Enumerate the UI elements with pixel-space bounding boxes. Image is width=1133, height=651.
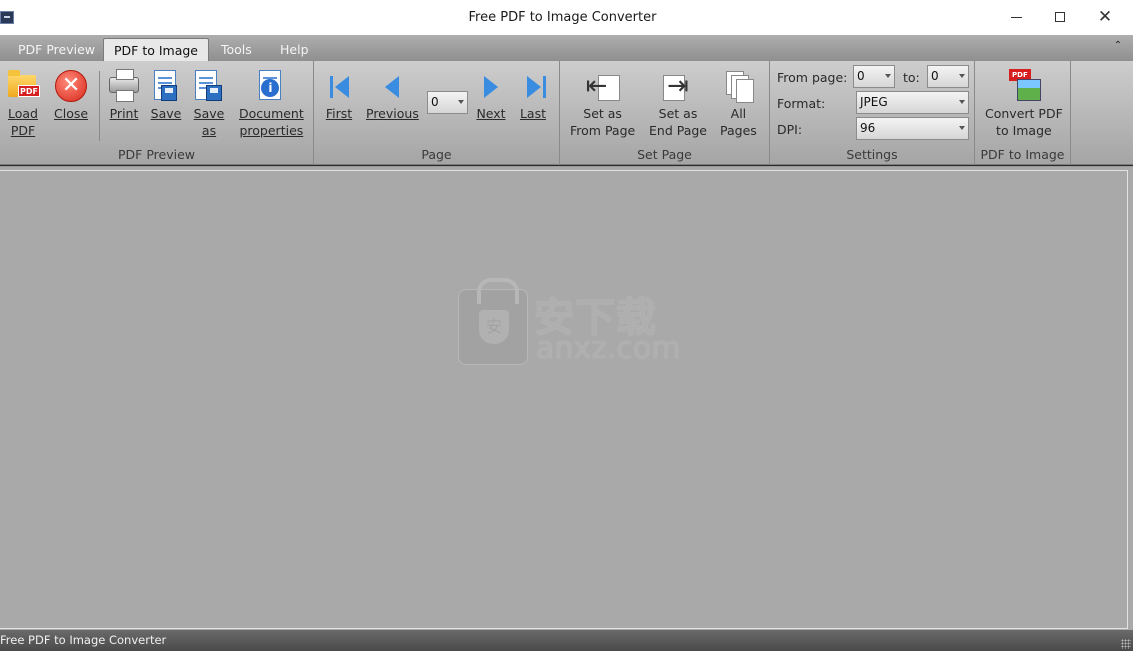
load-pdf-label: Load PDF <box>8 106 38 138</box>
group-set-page: Set as From Page Set as End Page All Pag… <box>560 61 770 165</box>
format-value: JPEG <box>860 95 888 109</box>
close-icon: ✕ <box>1097 7 1113 27</box>
convert-pdf-button[interactable]: PDF Convert PDF to Image <box>985 67 1063 139</box>
group-label-pdf-preview: PDF Preview <box>118 147 195 162</box>
chevron-down-icon <box>959 100 965 104</box>
document-properties-label: Document properties <box>239 106 304 138</box>
preview-canvas[interactable]: 安 安下载 anxz.com <box>0 170 1128 629</box>
separator <box>99 71 100 141</box>
close-label: Close <box>54 106 89 121</box>
print-label: Print <box>109 106 139 121</box>
format-select[interactable]: JPEG <box>856 91 969 114</box>
last-page-button[interactable]: Last <box>516 67 550 122</box>
group-label-settings: Settings <box>846 147 898 162</box>
dpi-label: DPI: <box>777 122 803 137</box>
first-page-icon <box>322 67 356 105</box>
set-from-page-button[interactable]: Set as From Page <box>570 67 635 139</box>
format-label: Format: <box>777 96 826 111</box>
close-window-button[interactable]: ✕ <box>1090 6 1120 28</box>
current-page-select[interactable]: 0 <box>427 91 468 114</box>
all-pages-button[interactable]: All Pages <box>720 67 757 139</box>
group-pdf-to-image: PDF Convert PDF to Image PDF to Image <box>975 61 1071 165</box>
document-properties-button[interactable]: i Document properties <box>239 67 304 139</box>
window-title: Free PDF to Image Converter <box>468 10 657 25</box>
from-page-select[interactable]: 0 <box>853 65 895 88</box>
set-end-page-icon <box>661 67 695 105</box>
folder-pdf-icon: PDF <box>6 67 40 105</box>
chevron-down-icon <box>458 100 464 104</box>
tab-pdf-to-image[interactable]: PDF to Image <box>103 38 209 61</box>
group-pdf-preview: PDF Load PDF ✕ Close Print Save Save as … <box>0 61 314 165</box>
collapse-ribbon-icon[interactable]: ⌃ <box>1111 40 1125 54</box>
print-button[interactable]: Print <box>107 67 141 122</box>
set-end-page-button[interactable]: Set as End Page <box>649 67 707 139</box>
resize-grip-icon[interactable] <box>1121 639 1131 649</box>
chevron-down-icon <box>959 126 965 130</box>
chevron-down-icon <box>885 74 891 78</box>
save-as-icon <box>192 67 226 105</box>
next-label: Next <box>476 106 506 121</box>
last-page-icon <box>516 67 550 105</box>
next-icon <box>474 67 508 105</box>
dpi-select[interactable]: 96 <box>856 117 969 140</box>
close-button[interactable]: ✕ Close <box>54 67 88 122</box>
save-document-icon <box>149 67 183 105</box>
watermark-bag-icon: 安 <box>458 278 528 365</box>
to-page-select[interactable]: 0 <box>927 65 969 88</box>
maximize-button[interactable] <box>1045 6 1075 28</box>
document-info-icon: i <box>254 67 288 105</box>
printer-icon <box>107 67 141 105</box>
from-page-value: 0 <box>857 69 865 83</box>
workspace: 安 安下载 anxz.com <box>0 166 1133 630</box>
close-circle-icon: ✕ <box>54 67 88 105</box>
set-from-page-label: Set as From Page <box>570 106 636 138</box>
previous-page-button[interactable]: Previous <box>366 67 419 122</box>
previous-label: Previous <box>366 106 419 121</box>
chevron-down-icon <box>959 74 965 78</box>
to-page-value: 0 <box>931 69 939 83</box>
current-page-value: 0 <box>431 95 439 109</box>
group-label-pdf-to-image: PDF to Image <box>980 147 1065 162</box>
save-label: Save <box>150 106 182 121</box>
group-settings: From page: 0 to: 0 Format: JPEG DPI: 96 … <box>770 61 975 165</box>
status-text: Free PDF to Image Converter <box>0 633 167 647</box>
tab-tools[interactable]: Tools <box>211 38 262 61</box>
minimize-icon <box>1010 16 1022 18</box>
to-label: to: <box>903 70 920 85</box>
next-page-button[interactable]: Next <box>474 67 508 122</box>
from-page-label: From page: <box>777 70 848 85</box>
watermark-en-text: anxz.com <box>536 331 681 366</box>
set-end-page-label: Set as End Page <box>649 106 707 138</box>
title-bar: Free PDF to Image Converter ✕ <box>0 0 1133 35</box>
tab-help[interactable]: Help <box>270 38 319 61</box>
convert-pdf-label: Convert PDF to Image <box>985 106 1063 138</box>
first-page-button[interactable]: First <box>322 67 356 122</box>
set-from-page-icon <box>586 67 620 105</box>
all-pages-label: All Pages <box>720 106 757 138</box>
ribbon: PDF Load PDF ✕ Close Print Save Save as … <box>0 61 1133 165</box>
maximize-icon <box>1055 12 1065 22</box>
tab-pdf-preview[interactable]: PDF Preview <box>8 38 105 61</box>
dpi-value: 96 <box>860 121 876 135</box>
minimize-button[interactable] <box>1001 6 1031 28</box>
group-label-page: Page <box>421 147 452 162</box>
load-pdf-button[interactable]: PDF Load PDF <box>6 67 40 139</box>
last-label: Last <box>519 106 547 121</box>
convert-pdf-image-icon: PDF <box>1007 67 1041 105</box>
status-bar: Free PDF to Image Converter <box>0 630 1133 651</box>
previous-icon <box>375 67 409 105</box>
pages-icon <box>721 67 755 105</box>
watermark: 安 安下载 anxz.com <box>458 278 698 375</box>
save-button[interactable]: Save <box>149 67 183 122</box>
group-page: First Previous 0 Next Last Page <box>314 61 560 165</box>
save-as-button[interactable]: Save as <box>192 67 226 139</box>
first-label: First <box>325 106 353 121</box>
save-as-label: Save as <box>193 106 225 138</box>
group-label-set-page: Set Page <box>637 147 692 162</box>
ribbon-tab-strip: PDF Preview PDF to Image Tools Help ⌃ <box>0 35 1133 61</box>
